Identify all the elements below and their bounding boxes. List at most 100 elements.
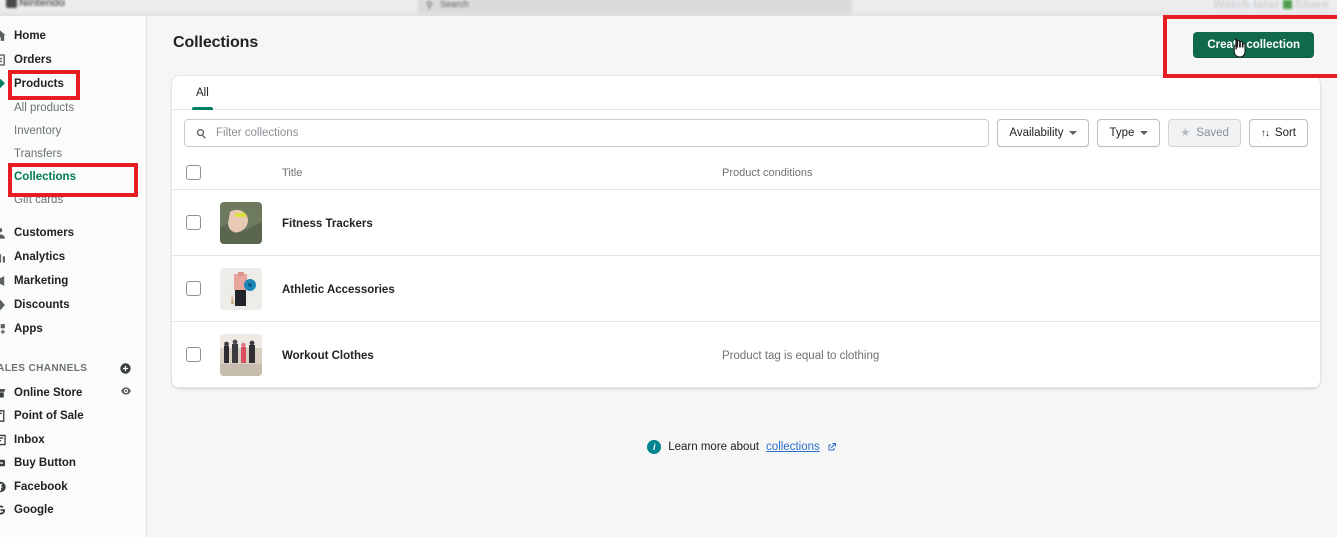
video-search-placeholder: Search <box>440 0 469 9</box>
online-store-icon <box>0 386 7 399</box>
sidebar: Home Orders Products All products Invent… <box>0 16 147 537</box>
table-body: Fitness Trackers Athletic Accessories Wo… <box>172 189 1320 388</box>
select-all-checkbox[interactable] <box>186 165 201 180</box>
sidebar-item-orders[interactable]: Orders <box>0 48 146 72</box>
share-icon <box>1282 0 1292 9</box>
collections-help-link[interactable]: collections <box>766 441 820 453</box>
product-conditions-column-header: Product conditions <box>722 156 1320 190</box>
sidebar-item-online-store[interactable]: Online Store <box>0 381 146 405</box>
row-checkbox[interactable] <box>186 347 201 362</box>
type-filter-button[interactable]: Type <box>1097 119 1161 147</box>
orders-icon <box>0 53 7 67</box>
video-overlay-actions[interactable]: Watch later Share <box>1213 0 1329 11</box>
sort-arrows-icon: ↑↓ <box>1260 127 1270 139</box>
sidebar-item-facebook[interactable]: Facebook <box>0 475 146 499</box>
table-header: Title Product conditions <box>172 156 1320 190</box>
buy-button-icon <box>0 457 7 470</box>
sidebar-item-inbox[interactable]: Inbox <box>0 428 146 452</box>
point-of-sale-icon <box>0 410 7 423</box>
sidebar-item-analytics[interactable]: Analytics <box>0 245 146 269</box>
sidebar-item-gift-cards[interactable]: Gift cards <box>0 188 146 211</box>
sidebar-item-collections[interactable]: Collections <box>0 165 146 188</box>
sidebar-subitem-label: Inventory <box>14 124 62 137</box>
sidebar-subitem-label: Transfers <box>14 147 63 160</box>
sidebar-channel-label: Google <box>14 504 54 517</box>
availability-filter-button[interactable]: Availability <box>997 119 1090 147</box>
video-site-logo: Nintendo <box>6 0 65 9</box>
sidebar-item-customers[interactable]: Customers <box>0 221 146 245</box>
main-content: Collections Create collection All Availa… <box>147 16 1337 537</box>
collection-thumbnail <box>220 333 262 376</box>
collection-title: Athletic Accessories <box>282 283 395 296</box>
sidebar-item-transfers[interactable]: Transfers <box>0 142 146 165</box>
video-search-bar[interactable]: ⚲ Search <box>418 0 852 14</box>
sidebar-item-point-of-sale[interactable]: Point of Sale <box>0 405 146 429</box>
collections-table: Title Product conditions Fitness Tracker… <box>172 156 1320 388</box>
google-icon <box>0 504 7 517</box>
analytics-icon <box>0 250 7 264</box>
sidebar-item-discounts[interactable]: Discounts <box>0 293 146 317</box>
row-checkbox[interactable] <box>186 215 201 230</box>
external-link-icon <box>827 442 837 452</box>
table-row[interactable]: Athletic Accessories <box>172 255 1320 322</box>
plus-circle-icon[interactable] <box>118 361 132 375</box>
sidebar-item-home[interactable]: Home <box>0 24 146 48</box>
sales-channels-label: SALES CHANNELS <box>0 362 88 374</box>
sidebar-item-label: Products <box>14 78 64 90</box>
sidebar-subitem-label: Gift cards <box>14 193 64 206</box>
discounts-icon <box>0 298 7 312</box>
sidebar-item-google[interactable]: Google <box>0 499 146 523</box>
sort-button[interactable]: ↑↓ Sort <box>1248 119 1308 147</box>
search-icon <box>195 127 208 140</box>
sales-channels-section-header: SALES CHANNELS <box>0 355 146 381</box>
collection-title: Workout Clothes <box>282 349 374 362</box>
availability-filter-label: Availability <box>1009 127 1064 139</box>
filter-toolbar: Availability Type ★ Saved ↑↓ Sort <box>172 110 1320 156</box>
sidebar-item-label: Apps <box>14 323 43 335</box>
table-row[interactable]: Workout Clothes Product tag is equal to … <box>172 321 1320 388</box>
sidebar-subitem-label: Collections <box>14 170 76 183</box>
learn-more-footer: i Learn more about collections <box>147 440 1337 454</box>
sidebar-channel-label: Inbox <box>14 433 45 446</box>
sidebar-item-label: Marketing <box>14 275 69 287</box>
sidebar-item-label: Analytics <box>14 251 66 263</box>
learn-more-prefix: Learn more about <box>668 441 760 453</box>
chevron-down-icon <box>1140 131 1149 135</box>
collection-conditions: Product tag is equal to clothing <box>722 349 880 362</box>
filter-collections-searchbox[interactable] <box>184 119 990 147</box>
sidebar-item-label: Discounts <box>14 299 70 311</box>
sidebar-item-inventory[interactable]: Inventory <box>0 119 146 142</box>
saved-filter-label: Saved <box>1196 127 1229 139</box>
sidebar-item-label: Home <box>14 30 46 42</box>
watch-later-label: Watch later <box>1213 0 1280 11</box>
create-collection-button[interactable]: Create collection <box>1193 32 1314 58</box>
eye-icon[interactable] <box>120 385 132 400</box>
sidebar-item-buy-button[interactable]: Buy Button <box>0 452 146 476</box>
sidebar-item-all-products[interactable]: All products <box>0 96 146 119</box>
sidebar-item-label: Orders <box>14 54 52 66</box>
collection-title: Fitness Trackers <box>282 217 373 230</box>
table-row[interactable]: Fitness Trackers <box>172 189 1320 256</box>
filter-collections-input[interactable] <box>216 127 979 139</box>
row-title-cell: Workout Clothes <box>282 321 722 388</box>
sidebar-subitem-label: All products <box>14 101 75 114</box>
collection-thumbnail <box>220 201 262 244</box>
tab-all[interactable]: All <box>184 76 221 110</box>
sidebar-item-apps[interactable]: Apps <box>0 317 146 341</box>
inbox-icon <box>0 433 7 446</box>
saved-filter-button: ★ Saved <box>1168 119 1241 147</box>
sidebar-item-marketing[interactable]: Marketing <box>0 269 146 293</box>
title-column-header: Title <box>282 156 722 190</box>
row-thumbnail-cell <box>220 321 282 388</box>
home-icon <box>0 29 7 43</box>
screenshot-root: Nintendo ⚲ Search Watch later Share Home … <box>0 0 1337 537</box>
video-player-overlay-strip: Nintendo ⚲ Search Watch later Share <box>0 0 1337 16</box>
sort-button-label: Sort <box>1274 127 1296 139</box>
video-search-icon: ⚲ <box>426 0 433 10</box>
row-select-cell <box>172 189 220 256</box>
share-label: Share <box>1294 0 1329 11</box>
row-thumbnail-cell <box>220 255 282 322</box>
row-checkbox[interactable] <box>186 281 201 296</box>
type-filter-label: Type <box>1109 127 1135 139</box>
sidebar-item-products[interactable]: Products <box>0 72 146 96</box>
